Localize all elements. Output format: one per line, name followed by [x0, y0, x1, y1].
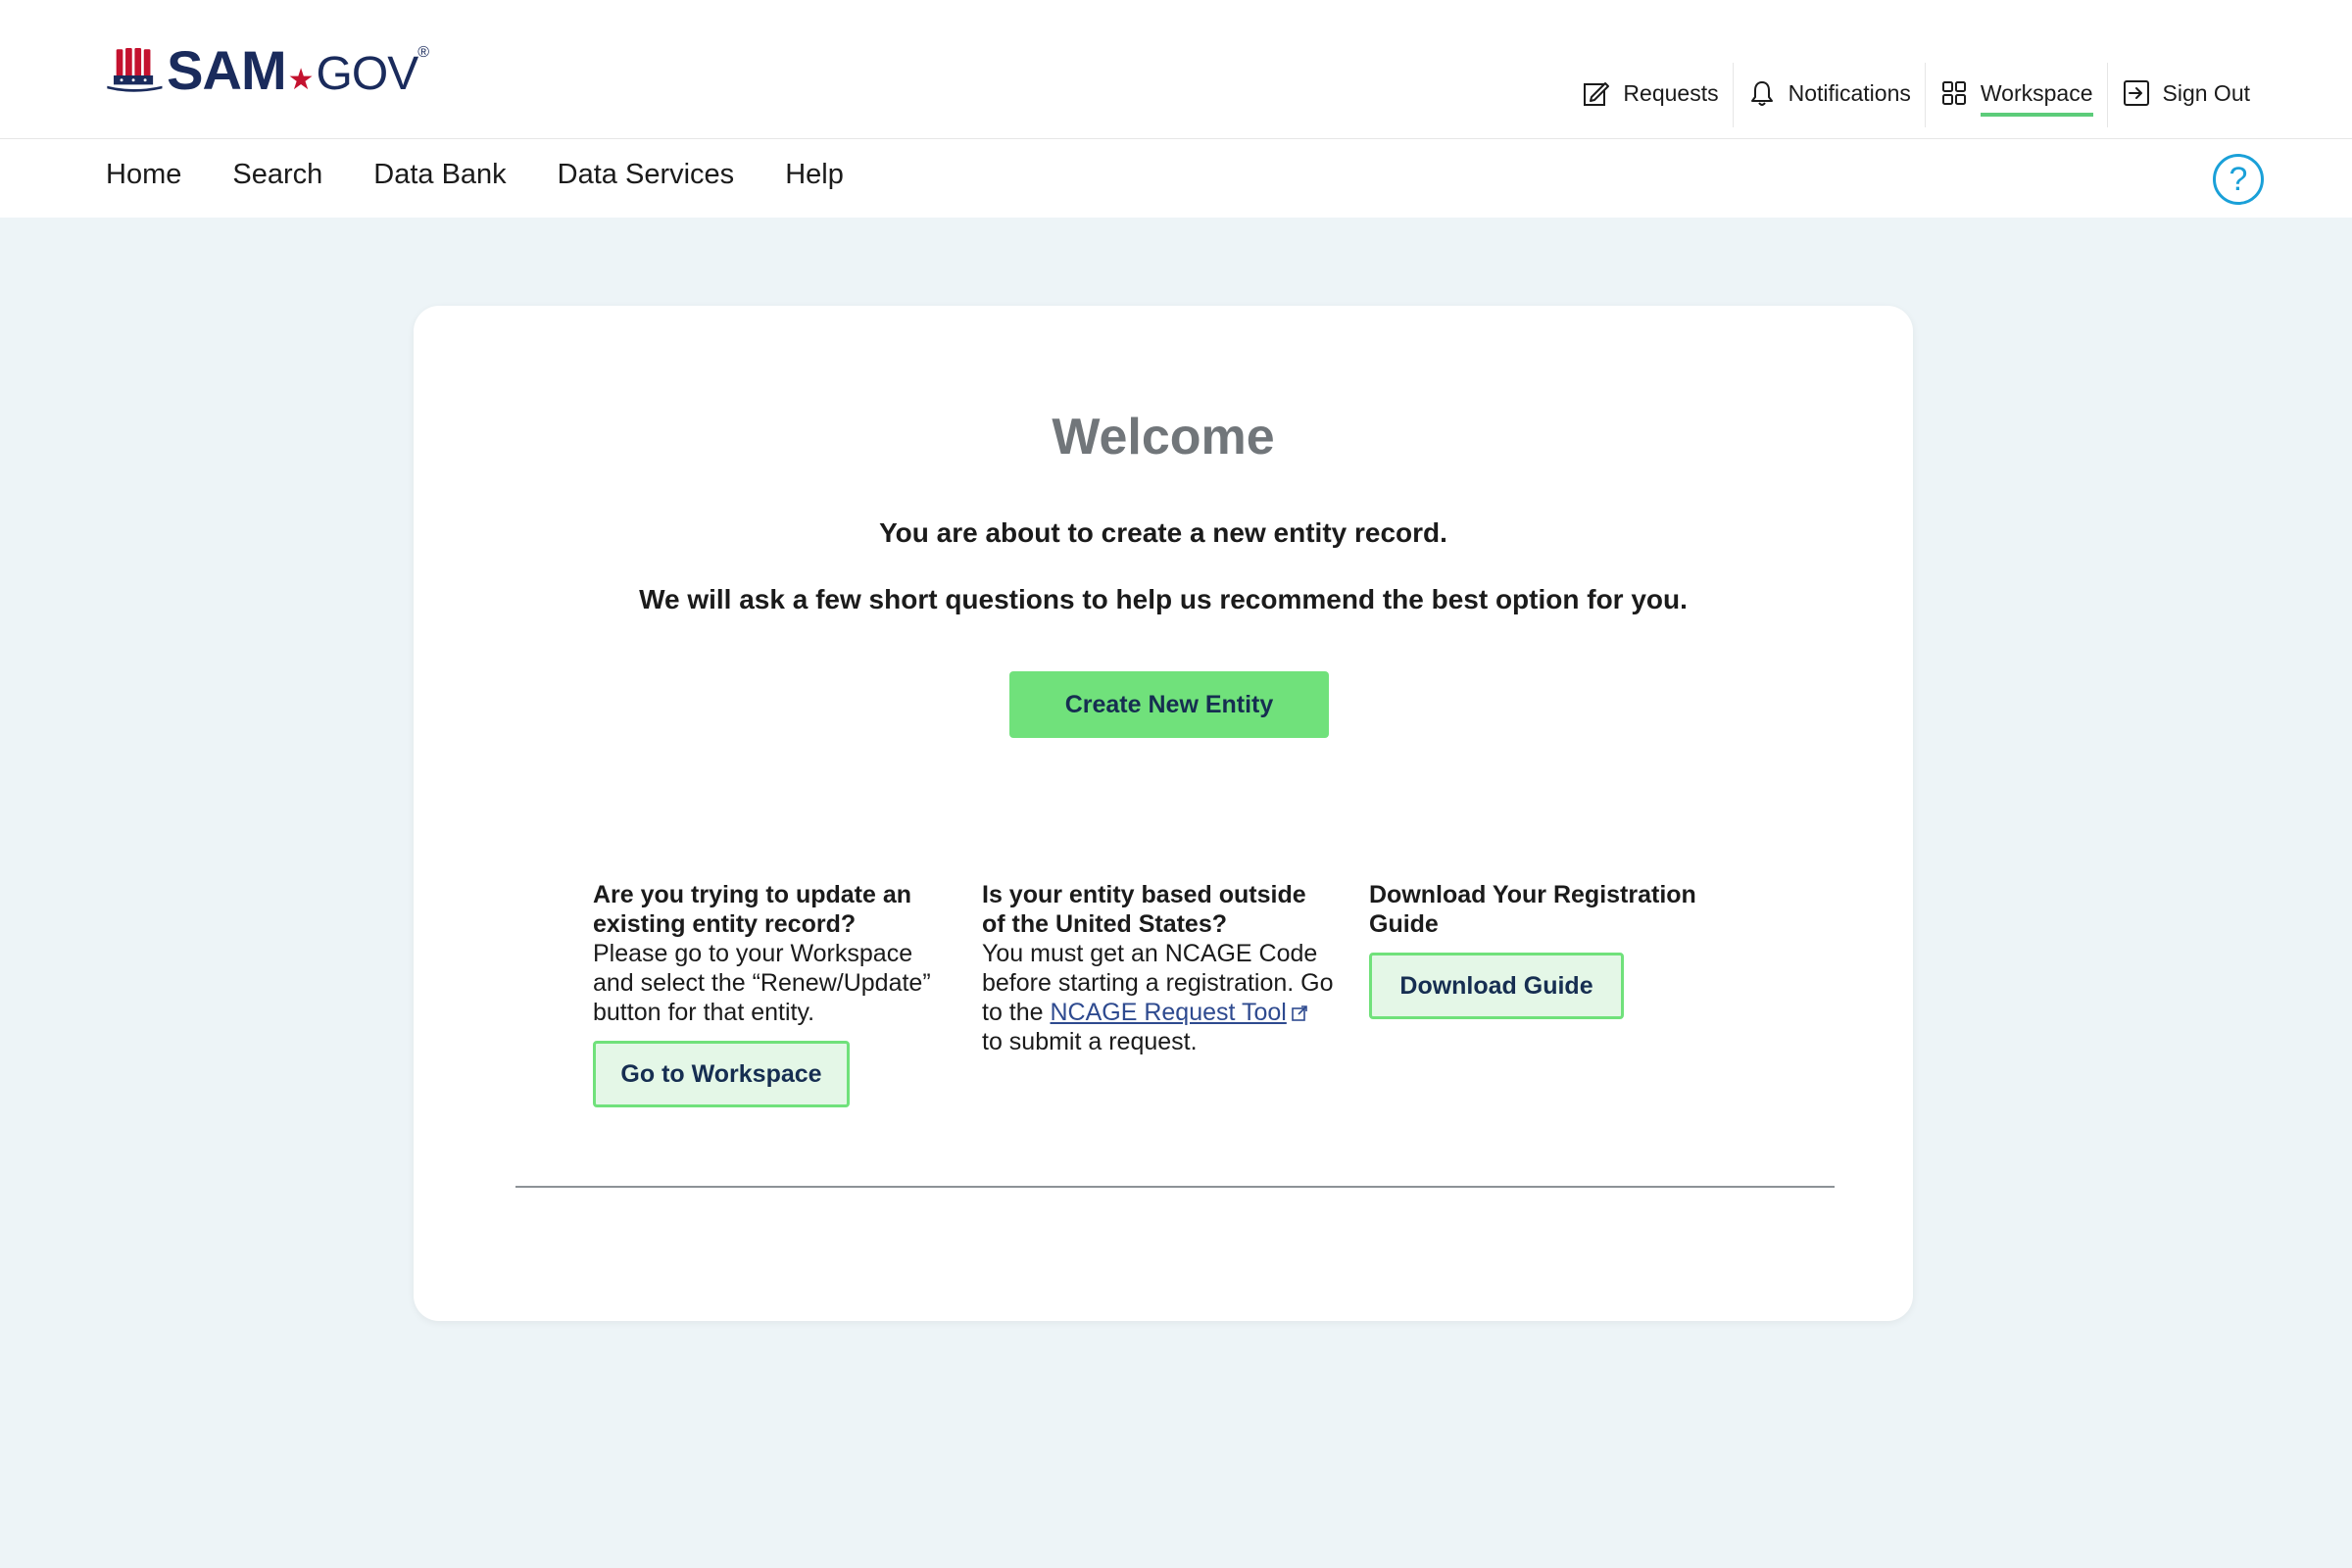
requests-icon: [1584, 82, 1610, 106]
utility-nav: Requests Notifications Workspace Sign Ou…: [1568, 63, 2265, 127]
ncage-request-tool-link[interactable]: NCAGE Request Tool: [1051, 999, 1287, 1026]
primary-nav: Home Search Data Bank Data Services Help…: [0, 139, 2352, 218]
site-header: SAM ★ GOV ® Requests Notifications Works…: [0, 0, 2352, 139]
registration-guide-title: Download Your Registration Guide: [1369, 881, 1696, 938]
workspace-link[interactable]: Workspace: [1926, 69, 2107, 118]
sam-gov-logo[interactable]: SAM ★ GOV ®: [106, 35, 429, 104]
intro-text-1: You are about to create a new entity rec…: [879, 517, 1447, 548]
nav-item-search[interactable]: Search: [232, 159, 322, 191]
registration-guide-section: Download Your Registration Guide Downloa…: [1369, 880, 1722, 1019]
sign-out-icon: [2123, 80, 2149, 106]
download-guide-button[interactable]: Download Guide: [1369, 953, 1624, 1019]
section-divider: [515, 1186, 1835, 1188]
nav-list: Home Search Data Bank Data Services Help: [106, 159, 895, 191]
sign-out-label: Sign Out: [2162, 79, 2251, 106]
ncage-body: You must get an NCAGE Code before starti…: [982, 939, 1335, 1056]
nav-item-data-bank[interactable]: Data Bank: [373, 159, 506, 191]
bell-icon: [1750, 81, 1773, 106]
requests-label: Requests: [1623, 79, 1719, 106]
ncage-body-post: to submit a request.: [982, 1028, 1198, 1055]
welcome-card: Welcome You are about to create a new en…: [414, 306, 1913, 1321]
workspace-label: Workspace: [1980, 80, 2093, 117]
notifications-label: Notifications: [1788, 79, 1911, 106]
ncage-section: Is your entity based outside of the Unit…: [982, 880, 1335, 1056]
logo-sam-text: SAM: [167, 38, 286, 101]
update-entity-section: Are you trying to update an existing ent…: [593, 880, 946, 1107]
page-title: Welcome: [1052, 409, 1275, 466]
go-to-workspace-button[interactable]: Go to Workspace: [593, 1041, 850, 1107]
intro-text-2: We will ask a few short questions to hel…: [639, 584, 1688, 614]
logo-wordmark: SAM ★ GOV ®: [167, 38, 429, 102]
update-entity-title: Are you trying to update an existing ent…: [593, 881, 912, 938]
create-new-entity-button[interactable]: Create New Entity: [1009, 671, 1329, 738]
nav-item-home[interactable]: Home: [106, 159, 181, 191]
help-icon[interactable]: ?: [2213, 154, 2264, 205]
grid-icon: [1941, 81, 1966, 105]
nav-item-help[interactable]: Help: [785, 159, 844, 191]
logo-registered-mark: ®: [417, 43, 429, 61]
header-top-bar: SAM ★ GOV ® Requests Notifications Works…: [0, 0, 2352, 139]
uncle-sam-hat-icon: [107, 47, 163, 92]
external-link-icon: [1292, 1005, 1307, 1021]
sign-out-link[interactable]: Sign Out: [2108, 69, 2265, 118]
notifications-link[interactable]: Notifications: [1734, 69, 1925, 118]
logo-star: ★: [287, 63, 315, 96]
logo-gov-text: GOV: [316, 47, 419, 100]
requests-link[interactable]: Requests: [1568, 69, 1732, 118]
update-entity-body: Please go to your Workspace and select t…: [593, 940, 931, 1026]
nav-item-data-services[interactable]: Data Services: [558, 159, 735, 191]
ncage-title: Is your entity based outside of the Unit…: [982, 881, 1306, 938]
